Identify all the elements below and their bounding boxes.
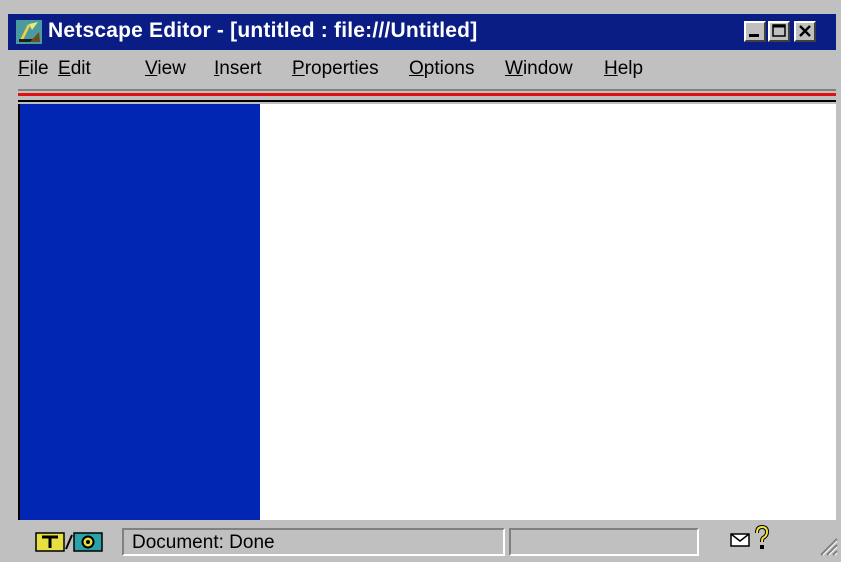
security-icon[interactable] [34,531,106,553]
menu-help[interactable]: Help [604,58,643,80]
menu-insert[interactable]: Insert [214,58,262,80]
menu-view[interactable]: View [145,58,186,80]
menu-file[interactable]: File [18,58,49,80]
menu-edit[interactable]: Edit [58,58,91,80]
maximize-button[interactable] [768,21,790,42]
resize-grip-icon[interactable] [816,534,838,556]
content-top-border [18,100,836,102]
help-icon[interactable] [754,525,770,551]
progress-field [509,528,699,556]
minimize-button[interactable] [744,21,766,42]
toolbar-separator-accent [18,93,836,96]
mail-icon[interactable] [730,532,750,548]
close-button[interactable] [794,21,816,42]
netscape-editor-icon[interactable] [16,20,42,44]
menu-options[interactable]: Options [409,58,474,80]
toolbar-separator [18,89,836,91]
title-bar[interactable]: Netscape Editor - [untitled : file:///Un… [8,14,836,50]
status-message-field: Document: Done [122,528,505,556]
maximize-icon [772,24,786,37]
status-bar: Document: Done [8,522,838,562]
window-title: Netscape Editor - [untitled : file:///Un… [48,19,478,42]
menu-bar: File Edit View Insert Properties Options… [8,56,836,86]
minimize-icon [749,34,759,37]
close-icon [799,25,811,37]
menu-window[interactable]: Window [505,58,573,80]
status-message: Document: Done [132,532,275,553]
editor-window: Netscape Editor - [untitled : file:///Un… [0,0,841,562]
menu-properties[interactable]: Properties [292,58,379,80]
content-frame [18,104,836,520]
